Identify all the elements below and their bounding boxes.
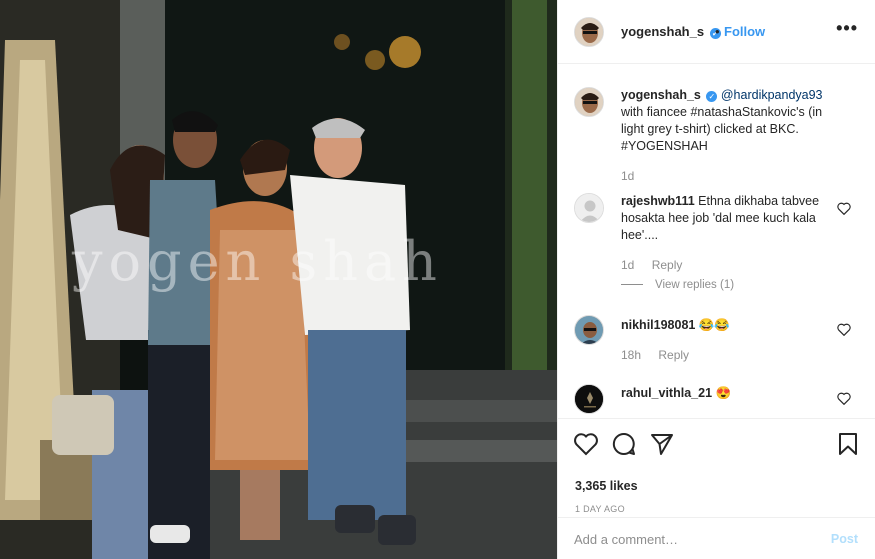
caption-avatar-image: [575, 88, 603, 116]
comment-time[interactable]: 18h: [621, 348, 641, 362]
comment-avatar[interactable]: [574, 315, 604, 345]
comment-like-heart-icon[interactable]: [837, 392, 851, 405]
comment-avatar-image: [575, 385, 603, 413]
view-replies-line: [621, 284, 643, 286]
view-replies-button[interactable]: View replies (1): [621, 279, 734, 291]
likes-count[interactable]: 3,365 likes: [575, 479, 638, 493]
reply-button[interactable]: Reply: [658, 348, 689, 362]
caption-avatar[interactable]: [574, 87, 604, 117]
comment-avatar-image: [575, 316, 603, 344]
author-username-text: yogenshah_s: [621, 24, 705, 39]
reply-button[interactable]: Reply: [652, 258, 683, 272]
comment-meta: 1d Reply: [621, 258, 696, 272]
comment-icon[interactable]: [611, 431, 637, 457]
comment-text: nikhil198081 😂😂: [621, 317, 836, 334]
comment-text: rahul_vithla_21 😍: [621, 385, 836, 402]
comment-body: 😍: [715, 386, 732, 400]
author-avatar-image: [575, 18, 603, 46]
caption-body: with fiancee #natashaStankovic's (in lig…: [621, 105, 823, 153]
post-header: yogenshah_s ✓ • Follow •••: [558, 0, 875, 64]
header-separator: •: [715, 24, 720, 39]
comment-like-heart-icon[interactable]: [837, 202, 851, 215]
heart-icon[interactable]: [573, 431, 599, 457]
comment-avatar[interactable]: [574, 193, 604, 223]
default-avatar-icon: [575, 194, 603, 222]
bookmark-icon[interactable]: [835, 431, 861, 457]
author-avatar[interactable]: [574, 17, 604, 47]
comment-username[interactable]: nikhil198081: [621, 318, 695, 332]
post-side-panel: yogenshah_s ✓ • Follow ••• yogenshah_s ✓…: [557, 0, 875, 559]
comment-meta: 18h Reply: [621, 348, 703, 362]
more-options-icon[interactable]: •••: [836, 18, 858, 39]
caption-text: yogenshah_s ✓ @hardikpandya93 with fianc…: [621, 87, 841, 155]
view-replies-label: View replies (1): [655, 279, 735, 291]
caption-username[interactable]: yogenshah_s: [621, 88, 701, 102]
comment-time[interactable]: 1d: [621, 258, 634, 272]
post-photo[interactable]: yogen shah: [0, 0, 557, 559]
post-actions: 3,365 likes 1 DAY AGO Post: [558, 418, 875, 558]
comment-username[interactable]: rajeshwb111: [621, 194, 695, 208]
post-comment-button[interactable]: Post: [831, 532, 858, 546]
comment-text: rajeshwb111 Ethna dikhaba tabvee hosakta…: [621, 193, 836, 244]
post-time-ago[interactable]: 1 DAY AGO: [575, 504, 625, 514]
caption-meta: 1d: [621, 169, 648, 183]
photo-watermark: yogen shah: [72, 230, 443, 293]
add-comment-input[interactable]: [574, 530, 814, 548]
add-comment-box: Post: [558, 517, 875, 559]
caption-verified-badge-icon: ✓: [706, 91, 718, 102]
comment-username[interactable]: rahul_vithla_21: [621, 386, 712, 400]
follow-button[interactable]: Follow: [724, 24, 765, 39]
share-icon[interactable]: [649, 431, 675, 457]
caption-time[interactable]: 1d: [621, 169, 634, 183]
author-username[interactable]: yogenshah_s ✓: [621, 24, 721, 39]
comment-avatar[interactable]: [574, 384, 604, 414]
comment-body: 😂😂: [698, 318, 730, 332]
comment-like-heart-icon[interactable]: [837, 323, 851, 336]
caption-mention[interactable]: @hardikpandya93: [721, 88, 823, 102]
comments-list[interactable]: yogenshah_s ✓ @hardikpandya93 with fianc…: [558, 65, 875, 417]
